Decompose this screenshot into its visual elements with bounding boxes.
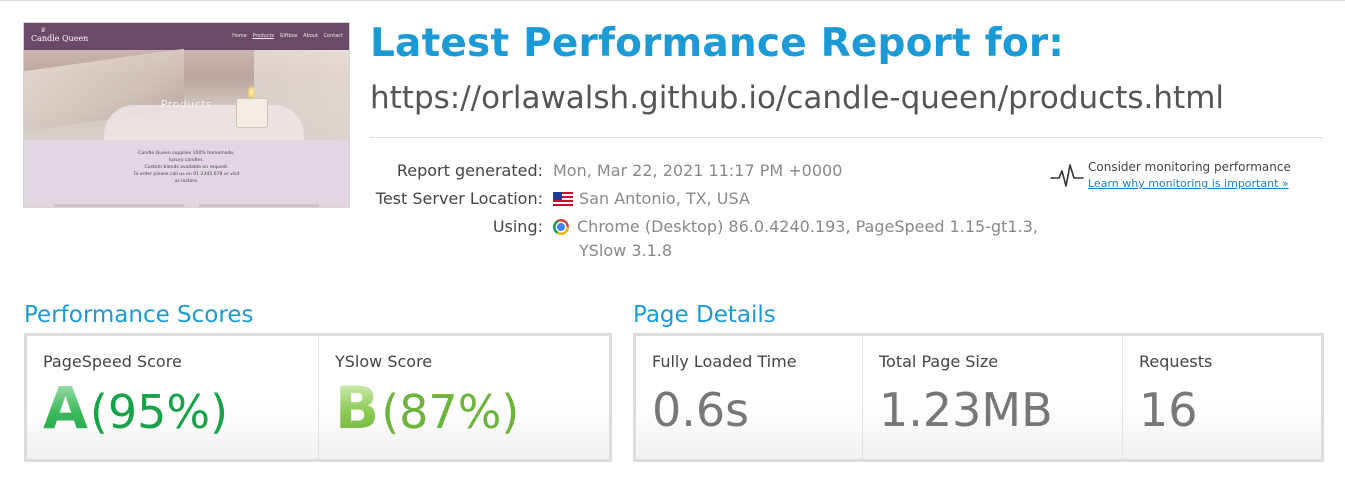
crown-icon: ♛ [40, 26, 47, 34]
thumbnail-nav-link: About [303, 33, 318, 39]
yslow-score-label: YSlow Score [335, 352, 433, 371]
thumbnail-card [199, 204, 319, 207]
using-value-line: Chrome (Desktop) 86.0.4240.193, PageSpee… [577, 217, 1038, 236]
yslow-grade: B [335, 374, 380, 442]
pagespeed-score-cell[interactable]: PageSpeed Score A(95%) [27, 336, 318, 459]
thumbnail-body-line: To order please call us on 01 2345 678 o… [133, 172, 240, 177]
us-flag-icon [553, 192, 573, 206]
pagespeed-grade-row: A(95%) [43, 376, 228, 444]
test-server-location-label: Test Server Location: [375, 189, 543, 208]
thumbnail-hero-title: Products [160, 98, 213, 111]
report-title: Latest Performance Report for: [370, 21, 1065, 66]
page-details-title: Page Details [633, 302, 776, 328]
pagespeed-grade: A [43, 374, 88, 442]
requests-value: 16 [1139, 383, 1198, 437]
thumbnail-nav-link: Giftbox [279, 33, 298, 39]
thumbnail-nav-links: Home Products Giftbox About Contact [228, 33, 343, 39]
report-generated-value: Mon, Mar 22, 2021 11:17 PM +0000 [553, 161, 843, 180]
fully-loaded-time-value: 0.6s [652, 383, 750, 437]
flame-shape [248, 86, 255, 98]
pagespeed-percent: (95%) [89, 385, 229, 439]
thumbnail-body: Candle Queen supplies 100% homemade, lux… [24, 140, 349, 207]
thumbnail-body-line: us instore. [174, 179, 199, 184]
monitoring-text: Consider monitoring performance [1088, 160, 1291, 174]
thumbnail-nav-link: Contact [323, 33, 343, 39]
using-value: Chrome (Desktop) 86.0.4240.193, PageSpee… [553, 217, 1038, 236]
yslow-score-cell[interactable]: YSlow Score B(87%) [318, 336, 609, 459]
report-url[interactable]: https://orlawalsh.github.io/candle-queen… [370, 80, 1224, 116]
thumbnail-body-line: Candle Queen supplies 100% homemade, [138, 151, 235, 156]
chrome-icon [553, 219, 569, 235]
requests-cell: Requests 16 [1122, 336, 1321, 459]
fully-loaded-time-cell: Fully Loaded Time 0.6s [636, 336, 862, 459]
page-details-panel: Fully Loaded Time 0.6s Total Page Size 1… [633, 333, 1324, 462]
header-divider [370, 137, 1324, 138]
thumbnail-nav-link: Home [232, 33, 247, 39]
requests-label: Requests [1139, 352, 1213, 371]
page-screenshot-thumbnail[interactable]: ♛ Candle Queen Home Products Giftbox Abo… [23, 22, 350, 208]
yslow-grade-row: B(87%) [335, 376, 519, 444]
fully-loaded-time-label: Fully Loaded Time [652, 352, 797, 371]
total-page-size-cell: Total Page Size 1.23MB [862, 336, 1122, 459]
thumbnail-body-line: Custom blends available on request. [144, 165, 229, 170]
yslow-percent: (87%) [381, 385, 520, 439]
report-generated-label: Report generated: [396, 161, 543, 180]
heartbeat-icon [1050, 164, 1084, 187]
test-server-location-value: San Antonio, TX, USA [553, 189, 750, 208]
location-text: San Antonio, TX, USA [579, 189, 750, 208]
thumbnail-nav-link: Products [252, 33, 275, 39]
monitoring-link[interactable]: Learn why monitoring is important » [1088, 177, 1289, 190]
thumbnail-navbar: ♛ Candle Queen Home Products Giftbox Abo… [24, 23, 349, 50]
total-page-size-value: 1.23MB [879, 383, 1053, 437]
using-label: Using: [492, 217, 543, 236]
thumbnail-card [54, 204, 184, 207]
performance-scores-title: Performance Scores [24, 302, 254, 328]
using-value-line: YSlow 3.1.8 [579, 241, 673, 260]
top-border [0, 0, 1345, 1]
performance-scores-panel: PageSpeed Score A(95%) YSlow Score B(87%… [24, 333, 612, 462]
thumbnail-body-line: luxury candles. [168, 158, 204, 163]
pagespeed-score-label: PageSpeed Score [43, 352, 182, 371]
total-page-size-label: Total Page Size [879, 352, 999, 371]
thumbnail-body-text: Candle Queen supplies 100% homemade, lux… [24, 150, 349, 185]
thumbnail-hero-image: Products [24, 48, 349, 140]
thumbnail-brand: Candle Queen [31, 34, 89, 43]
